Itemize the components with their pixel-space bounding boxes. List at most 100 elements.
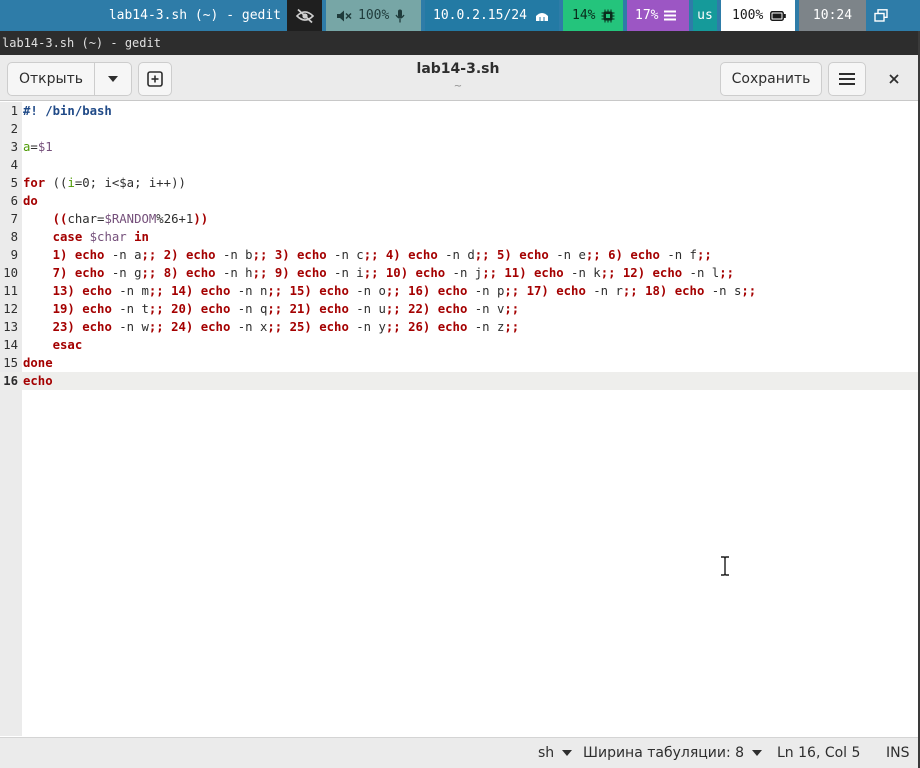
editor-status-bar: sh Ширина табуляции: 8 Ln 16, Col 5 INS (0, 737, 918, 768)
code-line[interactable]: 7 ((char=$RANDOM%26+1)) (0, 210, 918, 228)
line-number: 5 (10, 176, 18, 190)
document-title: lab14-3.sh (416, 61, 500, 77)
memory-status[interactable]: 17% (627, 0, 689, 31)
code-line[interactable]: 12 19) echo -n t;; 20) echo -n q;; 21) e… (0, 300, 918, 318)
code-line[interactable]: 2 (0, 120, 918, 138)
code-line[interactable]: 13 23) echo -n w;; 24) echo -n x;; 25) e… (0, 318, 918, 336)
window-switch-icon (874, 9, 888, 22)
cursor-position-value: Ln 16, Col 5 (777, 745, 861, 761)
line-number: 7 (10, 212, 18, 226)
code-line[interactable]: 1 #! /bin/bash (0, 102, 918, 120)
chevron-down-icon (562, 750, 573, 756)
current-code-line[interactable]: 16 echo (0, 372, 918, 390)
microphone-icon (395, 9, 405, 22)
line-text: 13) echo -n m;; 14) echo -n n;; 15) echo… (52, 284, 757, 298)
keyboard-layout-value: us (697, 8, 713, 23)
code-line[interactable]: 5 for ((i=0; i<$a; i++)) (0, 174, 918, 192)
focused-window-title[interactable]: lab14-3.sh (~) - gedit (0, 0, 287, 31)
battery-status[interactable]: 100% (721, 0, 795, 31)
insert-mode-value: INS (886, 745, 910, 761)
line-number: 11 (3, 284, 18, 298)
cursor-position[interactable]: Ln 16, Col 5 (777, 738, 860, 768)
clock-value: 10:24 (812, 8, 853, 23)
line-number: 13 (3, 320, 18, 334)
open-button-label: Открыть (19, 71, 83, 87)
insert-mode-indicator: INS (886, 738, 910, 768)
hamburger-menu-icon (839, 73, 855, 85)
line-text: a=$1 (23, 140, 53, 154)
eye-slash-icon (295, 8, 314, 23)
code-line[interactable]: 15 done (0, 354, 918, 372)
code-line[interactable]: 11 13) echo -n m;; 14) echo -n n;; 15) e… (0, 282, 918, 300)
open-recent-dropdown-button[interactable] (94, 62, 132, 96)
code-line[interactable]: 10 7) echo -n g;; 8) echo -n h;; 9) echo… (0, 264, 918, 282)
code-line[interactable]: 8 case $char in (0, 228, 918, 246)
line-number: 9 (10, 248, 18, 262)
tab-width-value: Ширина табуляции: 8 (583, 745, 745, 761)
line-text: ((char=$RANDOM%26+1)) (52, 212, 209, 226)
line-text: #! /bin/bash (23, 104, 112, 118)
line-text: esac (52, 338, 83, 352)
line-number: 2 (10, 122, 18, 136)
system-status-bar: lab14-3.sh (~) - gedit 100% 10.0.2.15/24 (0, 0, 920, 31)
cpu-status[interactable]: 14% (563, 0, 623, 31)
code-line[interactable]: 14 esac (0, 336, 918, 354)
line-text: 23) echo -n w;; 24) echo -n x;; 25) echo… (52, 320, 520, 334)
line-number: 4 (10, 158, 18, 172)
line-text: case $char in (52, 230, 149, 244)
line-number: 8 (10, 230, 18, 244)
code-line[interactable]: 6 do (0, 192, 918, 210)
audio-status[interactable]: 100% (326, 0, 421, 31)
privacy-indicator[interactable] (287, 0, 322, 31)
language-selector[interactable]: sh (538, 738, 573, 768)
code-line[interactable]: 3 a=$1 (0, 138, 918, 156)
chevron-down-icon (752, 750, 763, 756)
code-line[interactable]: 9 1) echo -n a;; 2) echo -n b;; 3) echo … (0, 246, 918, 264)
network-status[interactable]: 10.0.2.15/24 (425, 0, 559, 31)
header-bar: Открыть lab14-3.sh ~ Сохранить (0, 55, 920, 101)
window-title-text: lab14-3.sh (~) - gedit (2, 36, 161, 50)
line-text: do (23, 194, 38, 208)
line-text: 1) echo -n a;; 2) echo -n b;; 3) echo -n… (52, 248, 712, 262)
save-button-label: Сохранить (731, 71, 811, 87)
keyboard-layout[interactable]: us (693, 0, 717, 31)
cpu-chip-icon (601, 9, 615, 22)
focused-window-title-text: lab14-3.sh (~) - gedit (108, 8, 281, 23)
close-window-button[interactable] (876, 62, 912, 96)
chevron-down-icon (108, 76, 118, 82)
clock[interactable]: 10:24 (799, 0, 866, 31)
line-number: 1 (10, 104, 18, 118)
open-button[interactable]: Открыть (7, 62, 95, 96)
memory-value: 17% (635, 8, 659, 23)
new-document-button[interactable] (138, 62, 172, 96)
tab-width-selector[interactable]: Ширина табуляции: 8 (583, 738, 763, 768)
main-menu-button[interactable] (828, 62, 866, 96)
line-number: 16 (3, 374, 18, 388)
network-icon (535, 12, 548, 21)
line-number: 6 (10, 194, 18, 208)
line-number: 15 (3, 356, 18, 370)
line-text: 19) echo -n t;; 20) echo -n q;; 21) echo… (52, 302, 520, 316)
line-number: 14 (3, 338, 18, 352)
window-switcher[interactable] (866, 0, 896, 31)
code-area[interactable]: 1 #! /bin/bash 2 3 a=$1 4 5 for ((i=0; i<$a… (0, 102, 918, 390)
close-icon (889, 74, 899, 84)
window-title-bar: lab14-3.sh (~) - gedit (0, 31, 920, 55)
line-number: 10 (3, 266, 18, 280)
volume-value: 100% (358, 8, 390, 23)
language-value: sh (538, 745, 555, 761)
mouse-ibeam-cursor-icon (721, 556, 729, 576)
new-tab-icon (147, 71, 163, 87)
text-editor[interactable]: 1 #! /bin/bash 2 3 a=$1 4 5 for ((i=0; i<$a… (0, 102, 918, 736)
network-address: 10.0.2.15/24 (433, 8, 527, 23)
code-line[interactable]: 4 (0, 156, 918, 174)
battery-value: 100% (732, 8, 764, 23)
document-path: ~ (453, 81, 463, 92)
list-icon (664, 10, 677, 21)
line-number: 12 (3, 302, 18, 316)
line-text: done (23, 356, 53, 370)
line-number: 3 (10, 140, 18, 154)
speaker-muted-icon (337, 10, 352, 21)
save-button[interactable]: Сохранить (720, 62, 822, 96)
line-text: 7) echo -n g;; 8) echo -n h;; 9) echo -n… (52, 266, 734, 280)
